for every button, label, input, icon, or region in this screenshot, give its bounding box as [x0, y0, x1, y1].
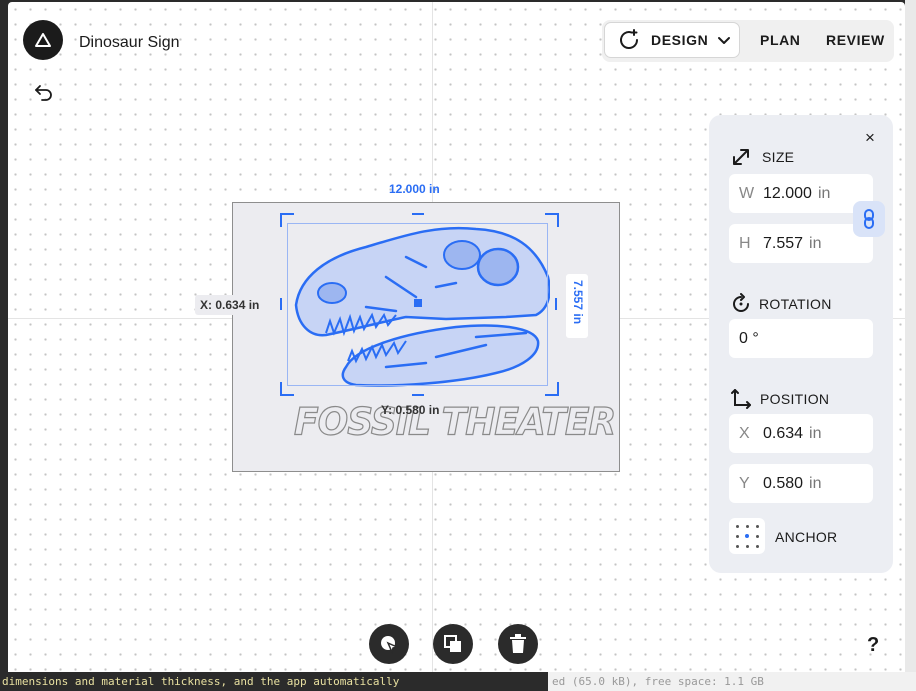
x-position-field[interactable]: X 0.634 in: [729, 414, 873, 453]
width-unit: in: [817, 184, 831, 202]
resize-handle-bottom-left[interactable]: [280, 382, 294, 396]
rotation-value: 0 °: [739, 329, 759, 347]
properties-panel: × SIZE W 12.000 in H 7.557 in ROTATION 0…: [709, 115, 893, 573]
resize-icon: [733, 149, 749, 165]
center-point-handle[interactable]: [414, 299, 422, 307]
chevron-down-icon: [718, 37, 731, 44]
anchor-grid-icon[interactable]: [729, 518, 765, 554]
resize-handle-right[interactable]: [555, 298, 557, 310]
position-icon: [731, 389, 751, 409]
project-title[interactable]: Dinosaur Sign: [79, 34, 180, 52]
close-icon[interactable]: ×: [861, 129, 879, 147]
width-key: W: [739, 184, 755, 202]
size-section-title: SIZE: [762, 149, 795, 165]
duplicate-button[interactable]: [433, 624, 473, 664]
height-dimension-label: 7.557 in: [571, 278, 585, 327]
mode-plan-tab[interactable]: PLAN: [760, 32, 801, 48]
resize-handle-bottom[interactable]: [412, 394, 424, 396]
mode-design-dropdown[interactable]: DESIGN: [604, 22, 740, 58]
x-value: 0.634: [763, 424, 804, 442]
position-section-title: POSITION: [760, 391, 830, 407]
mode-switcher: DESIGN PLAN REVIEW: [602, 20, 894, 62]
mode-design-label: DESIGN: [651, 32, 709, 48]
resize-handle-top-left[interactable]: [280, 213, 294, 227]
undo-icon[interactable]: [32, 80, 56, 104]
x-key: X: [739, 424, 750, 442]
trace-icon: [381, 636, 400, 655]
rotation-section-title: ROTATION: [759, 296, 832, 312]
resize-handle-top[interactable]: [412, 213, 424, 215]
help-button[interactable]: ?: [867, 634, 879, 657]
rotation-icon: [733, 293, 749, 312]
status-text: ed (65.0 kB), free space: 1.1 GB: [548, 672, 916, 691]
height-field[interactable]: H 7.557 in: [729, 224, 873, 263]
y-key: Y: [739, 474, 750, 492]
trace-button[interactable]: [369, 624, 409, 664]
resize-handle-left[interactable]: [280, 298, 282, 310]
duplicate-icon: [444, 635, 461, 652]
terminal-text: dimensions and material thickness, and t…: [2, 675, 400, 688]
anchor-section-title: ANCHOR: [775, 529, 838, 545]
design-canvas[interactable]: Dinosaur Sign DESIGN PLAN REVIEW 12.000 …: [8, 2, 905, 672]
resize-handle-top-right[interactable]: [545, 213, 559, 227]
delete-button[interactable]: [498, 624, 538, 664]
height-unit: in: [809, 234, 822, 252]
width-field[interactable]: W 12.000 in: [729, 174, 873, 213]
link-icon: [864, 209, 874, 229]
width-dimension-label: 12.000 in: [389, 182, 440, 196]
mode-review-tab[interactable]: REVIEW: [826, 32, 885, 48]
width-value: 12.000: [763, 184, 812, 202]
x-offset-label: X: 0.634 in: [195, 295, 265, 315]
height-value: 7.557: [763, 234, 804, 252]
background-terminal-bottom: dimensions and material thickness, and t…: [0, 672, 916, 691]
aspect-lock-button[interactable]: [853, 201, 885, 237]
background-window-edge: [905, 0, 916, 672]
y-value: 0.580: [763, 474, 804, 492]
y-offset-label: Y: 0.580 in: [381, 403, 440, 417]
rotation-field[interactable]: 0 °: [729, 319, 873, 358]
height-key: H: [739, 234, 751, 252]
y-unit: in: [809, 474, 822, 492]
logo-triangle-icon[interactable]: [23, 20, 63, 60]
y-position-field[interactable]: Y 0.580 in: [729, 464, 873, 503]
resize-handle-bottom-right[interactable]: [545, 382, 559, 396]
x-unit: in: [809, 424, 822, 442]
cycle-icon: [620, 29, 639, 49]
trash-icon: [510, 634, 526, 653]
